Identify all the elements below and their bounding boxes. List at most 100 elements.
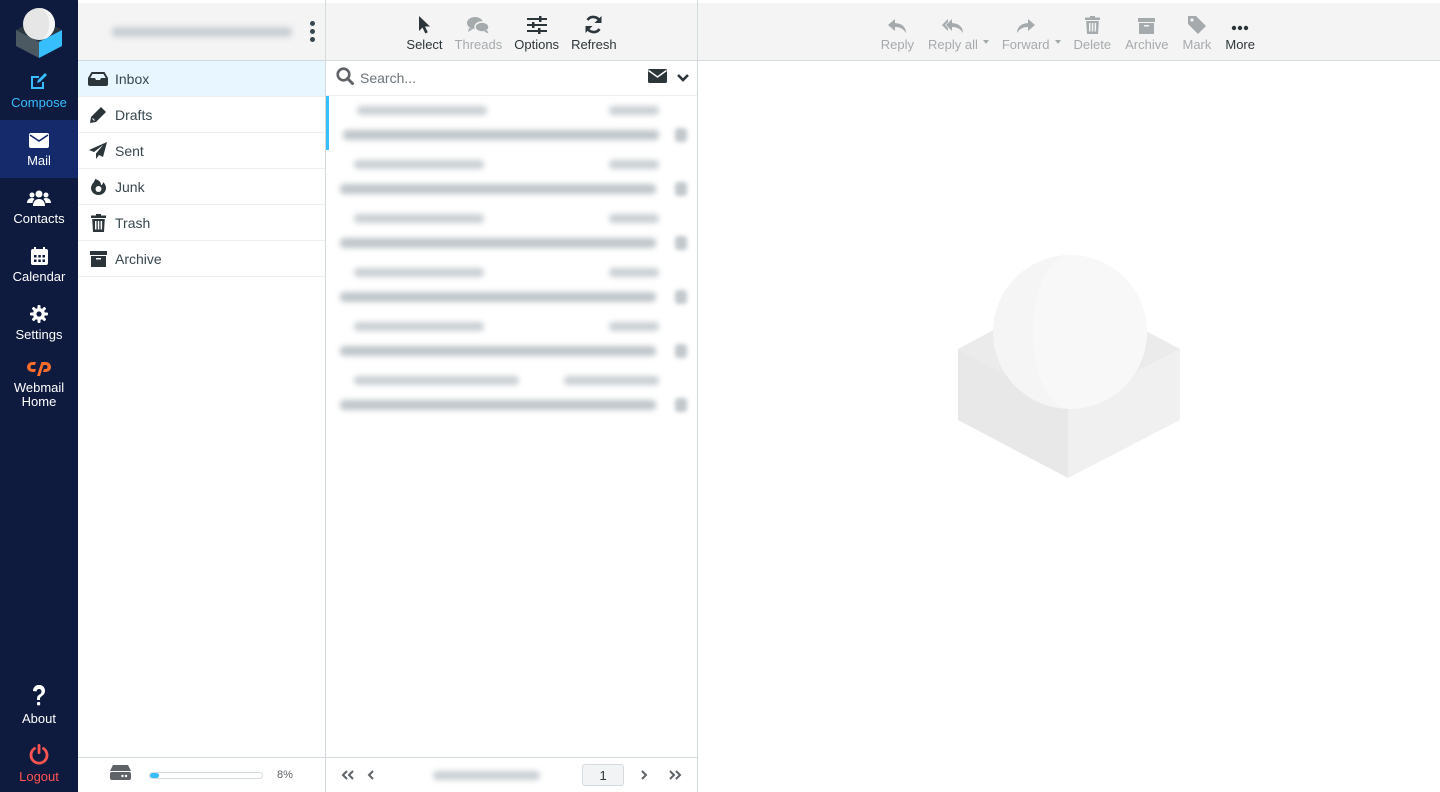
threads-button[interactable]: Threads (449, 12, 509, 52)
power-icon (29, 742, 49, 766)
message-sender (357, 106, 487, 115)
folder-junk-label: Junk (115, 178, 145, 195)
message-date (564, 376, 659, 385)
reply-button[interactable]: Reply (874, 12, 921, 52)
roundcube-watermark-logo (956, 252, 1182, 483)
nav-settings[interactable]: Settings (0, 294, 78, 352)
nav-calendar-label: Calendar (12, 269, 66, 284)
reply-all-group: Reply all (921, 12, 995, 52)
message-toolbar: Reply Reply all Forward Delete Archive M… (698, 0, 1440, 61)
refresh-button[interactable]: Refresh (565, 12, 623, 52)
message-row[interactable] (326, 96, 697, 150)
gear-icon (30, 304, 48, 324)
attachment-icon (675, 128, 687, 142)
message-subject (340, 238, 656, 248)
account-menu-button[interactable] (307, 21, 317, 42)
search-icon (336, 66, 354, 90)
search-options-chevron-down-icon[interactable] (677, 69, 689, 87)
forward-icon (1016, 12, 1036, 34)
message-subject (340, 292, 656, 302)
message-sender (354, 322, 484, 331)
mark-button[interactable]: Mark (1175, 12, 1218, 52)
select-button[interactable]: Select (400, 12, 448, 52)
quota-bar (149, 771, 263, 779)
message-row[interactable] (326, 258, 697, 312)
attachment-icon (675, 398, 687, 412)
nav-contacts[interactable]: Contacts (0, 178, 78, 236)
message-row[interactable] (326, 204, 697, 258)
options-button[interactable]: Options (508, 12, 565, 52)
prev-page-button[interactable] (359, 770, 382, 780)
folder-pane: Inbox Drafts Sent Junk Trash Archive 8% (78, 0, 326, 792)
trash-icon (1084, 12, 1100, 34)
reply-button-label: Reply (880, 36, 914, 52)
message-date (609, 214, 659, 223)
message-row[interactable] (326, 312, 697, 366)
delete-button-label: Delete (1073, 36, 1112, 52)
first-page-button[interactable] (336, 770, 359, 780)
nav-logout[interactable]: Logout (0, 734, 78, 792)
more-button[interactable]: More (1218, 12, 1262, 52)
attachment-icon (675, 344, 687, 358)
folder-trash[interactable]: Trash (78, 205, 325, 241)
page-number-input[interactable] (582, 764, 625, 786)
archive-button-label: Archive (1125, 36, 1169, 52)
nav-webmail-home[interactable]: Webmail Home (0, 352, 78, 414)
folder-junk[interactable]: Junk (78, 169, 325, 205)
forward-group: Forward (995, 12, 1067, 52)
archive-button[interactable]: Archive (1118, 12, 1175, 52)
attachment-icon (675, 182, 687, 196)
envelope-icon (29, 130, 49, 150)
nav-bottom: About Logout (0, 676, 78, 792)
paper-plane-icon (88, 142, 108, 159)
quota-indicator: 8% (78, 757, 325, 792)
nav-calendar[interactable]: Calendar (0, 236, 78, 294)
message-list-pane: Select Threads Options Refresh (326, 0, 698, 792)
search-input[interactable] (360, 70, 648, 86)
forward-button[interactable]: Forward (995, 12, 1057, 52)
folder-trash-label: Trash (115, 214, 151, 231)
users-icon (27, 188, 51, 208)
nav-about-label: About (22, 711, 56, 726)
nav-about[interactable]: About (0, 676, 78, 734)
folder-drafts-label: Drafts (115, 106, 153, 123)
folder-archive-label: Archive (115, 250, 162, 267)
forward-button-label: Forward (1001, 36, 1050, 52)
folder-pane-header (78, 0, 325, 61)
nav-webmail-home-label: Webmail Home (13, 379, 65, 409)
delete-button[interactable]: Delete (1067, 12, 1119, 52)
nav-mail[interactable]: Mail (0, 120, 78, 178)
compose-icon (29, 72, 49, 92)
reply-all-button-label: Reply all (928, 36, 978, 52)
reply-all-dropdown-caret-icon[interactable] (982, 39, 989, 44)
forward-dropdown-caret-icon[interactable] (1054, 39, 1061, 44)
folder-inbox-label: Inbox (115, 70, 150, 87)
search-scope-envelope-icon[interactable] (648, 68, 667, 88)
message-row[interactable] (326, 150, 697, 204)
message-row[interactable] (326, 366, 697, 420)
quota-bar-fill (150, 772, 159, 778)
next-page-button[interactable] (632, 770, 655, 780)
sliders-icon (526, 12, 547, 34)
message-sender (354, 376, 519, 385)
folder-sent[interactable]: Sent (78, 133, 325, 169)
ellipsis-icon (1231, 12, 1249, 34)
last-page-button[interactable] (664, 770, 687, 780)
threads-button-label: Threads (454, 36, 503, 52)
select-button-label: Select (406, 36, 443, 52)
message-subject (340, 400, 656, 410)
nav-compose[interactable]: Compose (0, 62, 78, 120)
folder-inbox[interactable]: Inbox (78, 61, 325, 97)
folder-drafts[interactable]: Drafts (78, 97, 325, 133)
reply-all-button[interactable]: Reply all (921, 12, 985, 52)
archive-icon (1138, 12, 1156, 34)
calendar-icon (30, 246, 48, 266)
message-sender (354, 268, 484, 277)
message-subject (343, 130, 659, 140)
hard-drive-icon (110, 765, 131, 785)
roundcube-logo[interactable] (0, 0, 78, 62)
message-preview-pane: Reply Reply all Forward Delete Archive M… (698, 0, 1440, 792)
webmail-app: Compose Mail Contacts Calendar Settings (0, 0, 1440, 792)
folder-archive[interactable]: Archive (78, 241, 325, 277)
reply-icon (887, 12, 907, 34)
